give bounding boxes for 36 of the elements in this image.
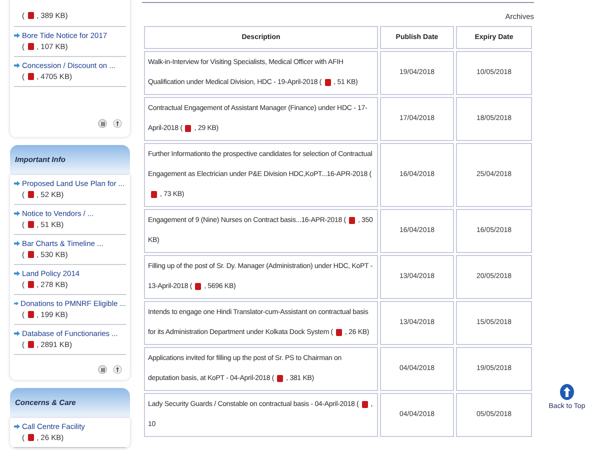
arrow-right-icon [14,271,20,276]
pdf-icon [28,281,34,288]
pdf-icon [28,73,34,80]
arrow-right-icon [14,331,20,336]
next-button[interactable] [113,365,122,374]
arrow-right-icon [14,33,20,38]
pdf-icon [324,78,331,86]
pdf-icon [185,124,192,132]
pdf-icon [28,221,34,228]
arrow-right-icon [14,241,20,246]
arrow-right-icon [14,181,20,186]
pdf-icon [195,282,202,290]
arrow-up-icon [116,367,119,372]
arrow-right-icon [14,211,20,216]
next-button[interactable] [113,119,122,128]
pdf-icon [277,374,284,382]
pdf-icon [28,12,34,19]
arrow-right-icon [14,63,20,68]
pdf-icon [28,434,34,441]
pdf-icon [28,191,34,198]
pause-icon [100,368,104,372]
pdf-icon [28,43,34,50]
arrow-up-icon [116,121,119,126]
arrow-up-icon [560,384,574,400]
pdf-icon [28,341,34,348]
pdf-icon [336,328,342,336]
pause-icon [100,122,104,126]
arrow-right-icon [14,301,19,306]
pause-button[interactable] [98,365,107,374]
pdf-icon [348,216,355,224]
pdf-icon [28,251,34,258]
pdf-icon [28,311,34,318]
pdf-icon [151,190,157,198]
arrow-right-icon [14,424,20,429]
pdf-icon [362,400,368,408]
pause-button[interactable] [98,119,107,128]
